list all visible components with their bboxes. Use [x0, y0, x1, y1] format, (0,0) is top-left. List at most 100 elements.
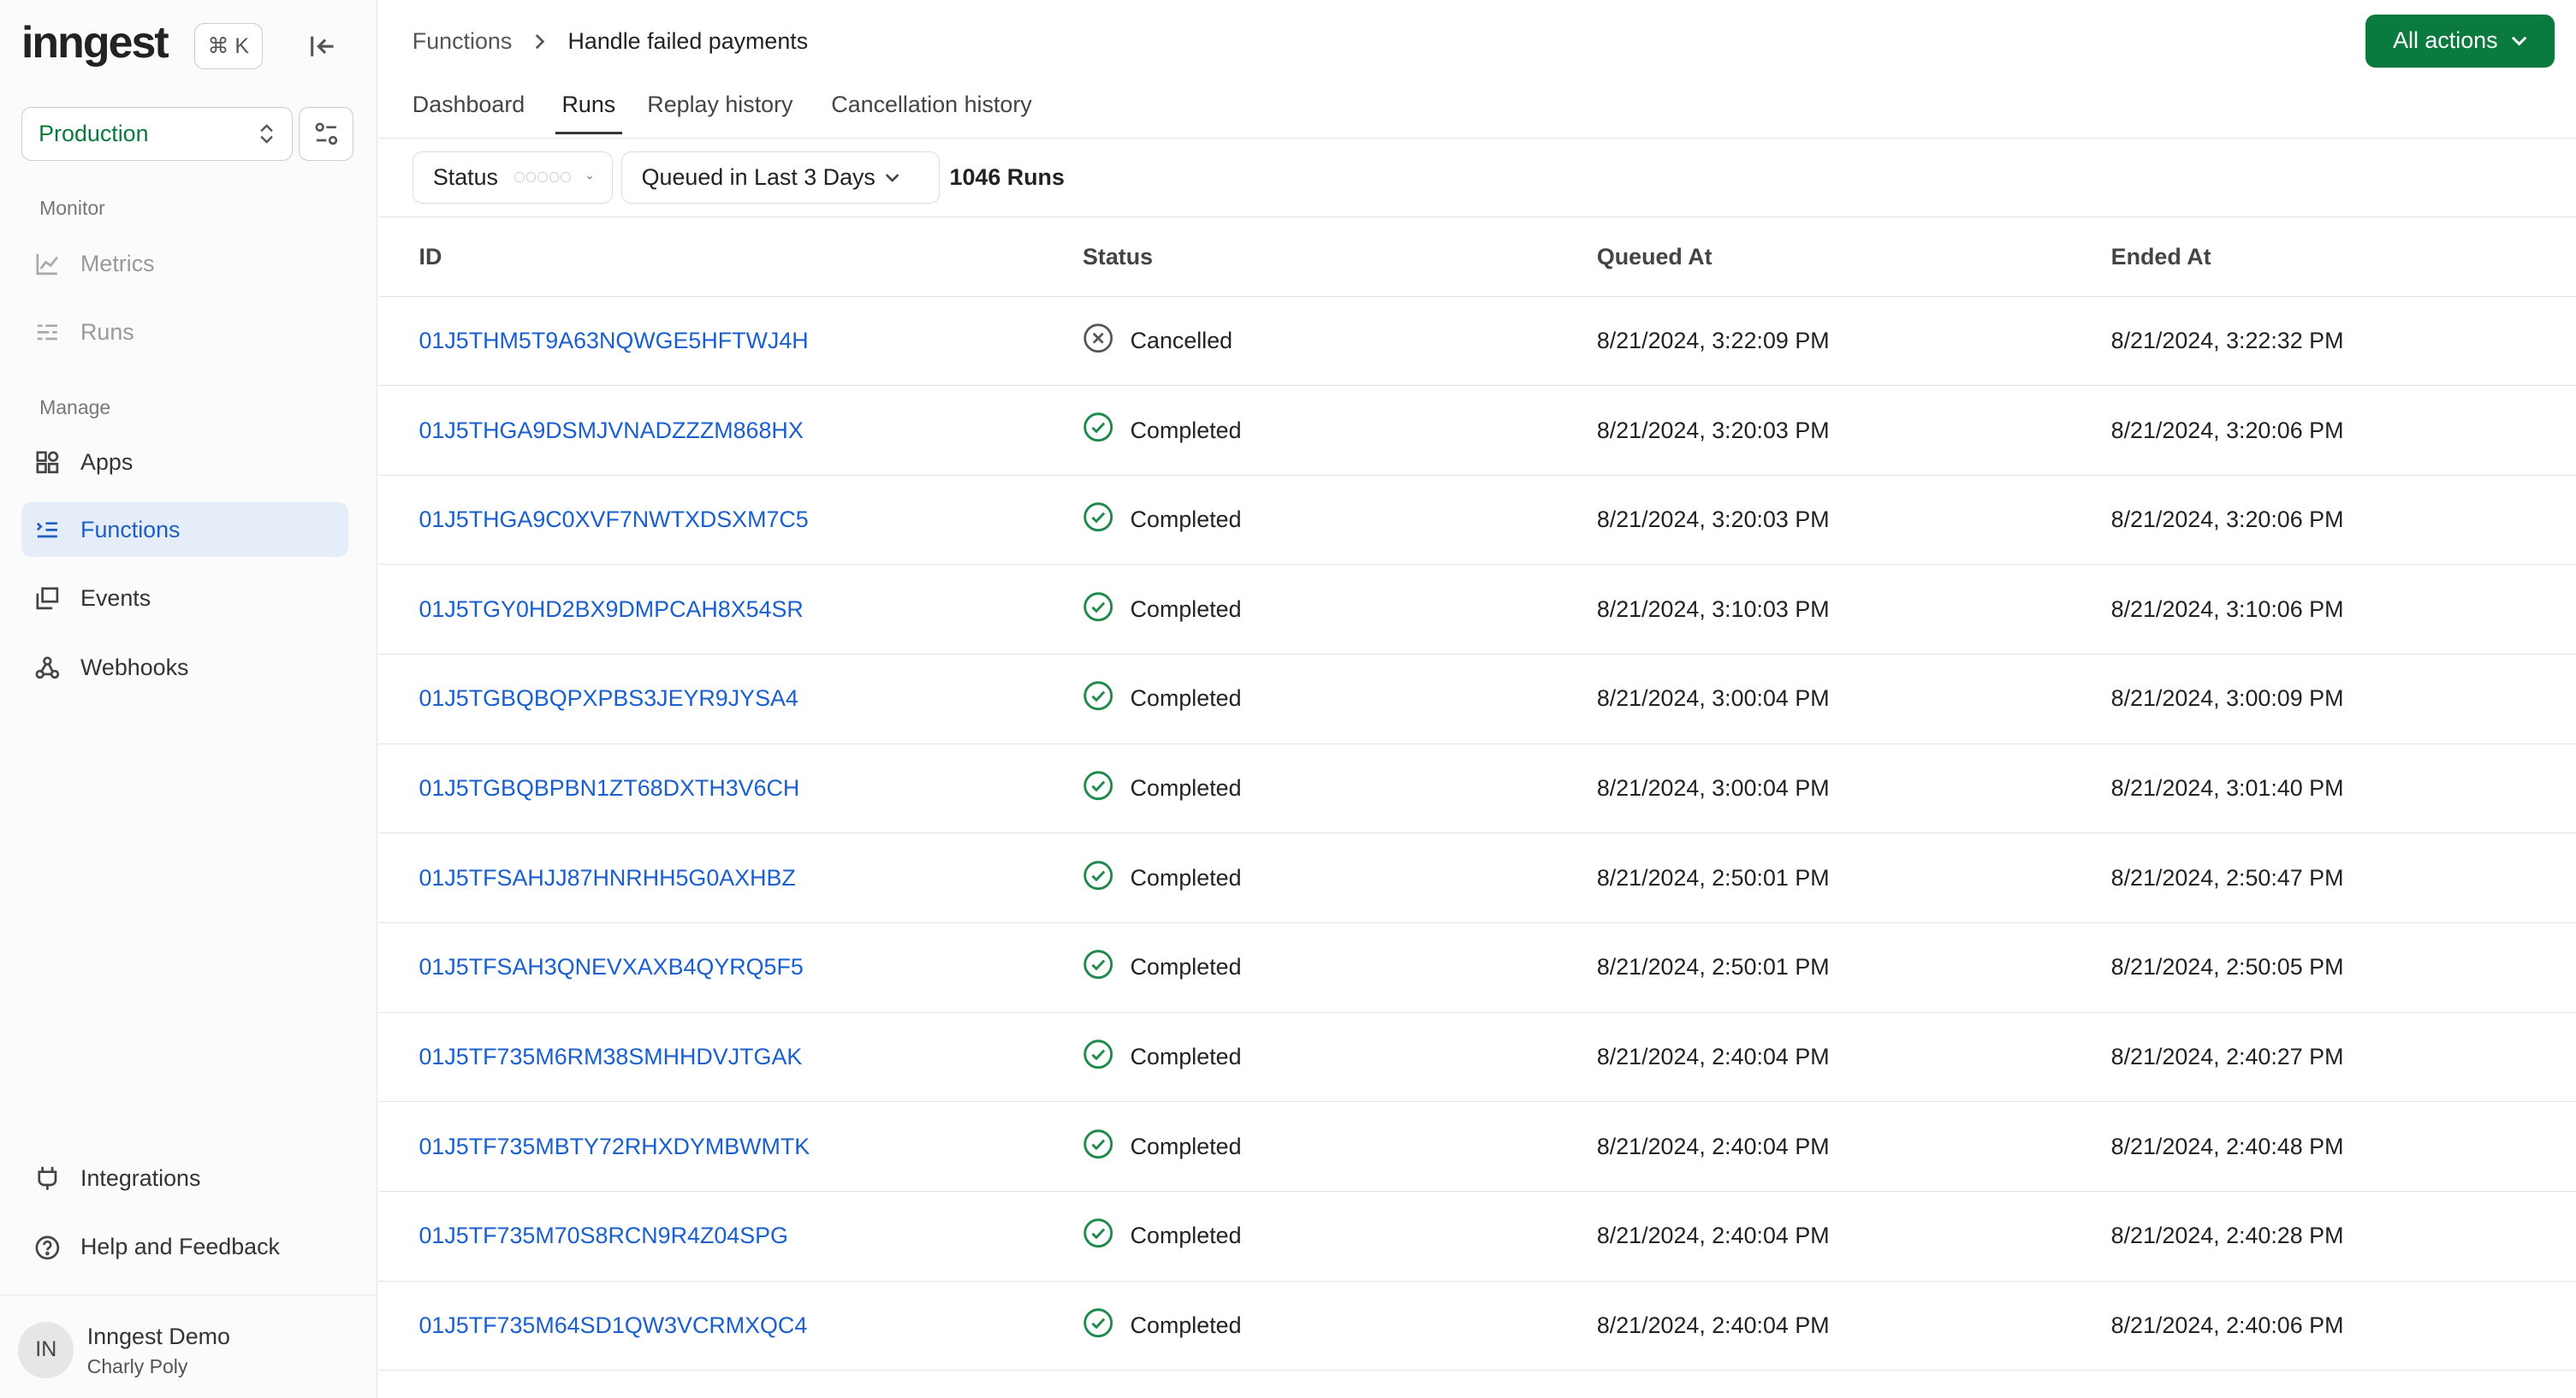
- ended-at-cell: 8/21/2024, 2:50:47 PM: [2110, 832, 2576, 924]
- breadcrumb-current: Handle failed payments: [567, 27, 809, 54]
- table-row[interactable]: 01J5THGA9DSMJVNADZZZM868HX Completed 8/21/…: [377, 385, 2576, 476]
- table-row[interactable]: 01J5TF735MBTY72RHXDYMBWMTK Completed 8/21/…: [377, 1101, 2576, 1193]
- ended-at-cell: 8/21/2024, 3:10:06 PM: [2110, 564, 2576, 655]
- run-id-link[interactable]: 01J5THM5T9A63NQWGE5HFTWJ4H: [418, 328, 808, 353]
- chevron-down-icon: [2511, 37, 2527, 46]
- status-label: Completed: [1130, 1044, 1242, 1070]
- sidebar-item-functions[interactable]: Functions: [21, 502, 348, 557]
- table-row[interactable]: 01J5TFSAH3QNEVXAXB4QYRQ5F5 Completed 8/21/…: [377, 922, 2576, 1013]
- sidebar-item-events[interactable]: Events: [21, 572, 348, 625]
- table-header: ID Status Queued At Ended At: [377, 218, 2576, 297]
- status-cell: Completed: [1083, 475, 1597, 566]
- chevron-down-icon: [886, 173, 899, 182]
- table-row[interactable]: 01J5THM5T9A63NQWGE5HFTWJ4H Cancelled 8/21/…: [377, 296, 2576, 387]
- run-id-link[interactable]: 01J5TGBQBQPXPBS3JEYR9JYSA4: [418, 685, 798, 711]
- time-range-filter[interactable]: Queued in Last 3 Days: [620, 151, 940, 204]
- tab-replay-history[interactable]: Replay history: [641, 92, 800, 131]
- collapse-sidebar-icon[interactable]: [306, 30, 338, 62]
- inngest-logo[interactable]: inngest: [21, 16, 169, 68]
- sidebar-item-help[interactable]: Help and Feedback: [21, 1220, 348, 1274]
- environment-settings-button[interactable]: [299, 106, 353, 162]
- run-id-link[interactable]: 01J5THGA9DSMJVNADZZZM868HX: [418, 418, 803, 443]
- ended-at-cell: 8/21/2024, 3:20:06 PM: [2110, 385, 2576, 476]
- queued-at-cell: 8/21/2024, 2:40:04 PM: [1596, 1191, 2111, 1282]
- functions-icon: [37, 522, 58, 538]
- table-row[interactable]: 01J5THGA9C0XVF7NWTXDSXM7C5 Completed 8/21/…: [377, 475, 2576, 566]
- run-id-cell: 01J5TF735M6RM38SMHHDVJTGAK: [377, 1012, 1083, 1103]
- status-label: Completed: [1130, 417, 1242, 443]
- table-row[interactable]: 01J5TGY0HD2BX9DMPCAH8X54SR Completed 8/21/…: [377, 564, 2576, 655]
- check-circle-icon: [1083, 1039, 1113, 1075]
- run-id-link[interactable]: 01J5TFSAHJJ87HNRHH5G0AXHBZ: [418, 865, 795, 891]
- help-icon: [35, 1235, 60, 1259]
- table-row[interactable]: 01J5TGBQBPBN1ZT68DXTH3V6CH Completed 8/21/…: [377, 743, 2576, 834]
- check-circle-icon: [1083, 501, 1113, 538]
- run-id-link[interactable]: 01J5TF735M70S8RCN9R4Z04SPG: [418, 1223, 787, 1248]
- cancelled-icon: [1083, 323, 1113, 359]
- table-row[interactable]: 01J5TF735M6RM38SMHHDVJTGAK Completed 8/21/…: [377, 1012, 2576, 1103]
- status-cell: Completed: [1083, 1012, 1597, 1103]
- run-id-link[interactable]: 01J5THGA9C0XVF7NWTXDSXM7C5: [418, 506, 808, 532]
- table-row[interactable]: 01J5TGBQBQPXPBS3JEYR9JYSA4 Completed 8/21/…: [377, 654, 2576, 744]
- queued-at-cell: 8/21/2024, 2:40:04 PM: [1596, 1012, 2111, 1103]
- command-palette-button[interactable]: ⌘ K: [193, 22, 264, 69]
- status-cell: Completed: [1083, 1281, 1597, 1371]
- sidebar-item-runs[interactable]: Runs: [21, 305, 348, 359]
- sidebar-item-metrics[interactable]: Metrics: [21, 236, 348, 290]
- environment-select[interactable]: Production: [21, 106, 293, 162]
- environment-label: Production: [39, 120, 149, 146]
- ended-at-cell: 8/21/2024, 2:40:48 PM: [2110, 1101, 2576, 1193]
- status-cell: Completed: [1083, 743, 1597, 834]
- status-label: Cancelled: [1130, 327, 1233, 353]
- status-cell: Cancelled: [1083, 296, 1597, 387]
- check-circle-icon: [1083, 949, 1113, 986]
- status-filter[interactable]: Status: [412, 151, 613, 204]
- list-icon: [38, 324, 58, 341]
- queued-at-cell: 8/21/2024, 3:20:03 PM: [1596, 385, 2111, 476]
- runs-count: 1046 Runs: [949, 163, 1065, 190]
- run-id-link[interactable]: 01J5TGBQBPBN1ZT68DXTH3V6CH: [418, 775, 799, 801]
- column-status[interactable]: Status: [1083, 218, 1597, 297]
- run-id-link[interactable]: 01J5TF735M64SD1QW3VCRMXQC4: [418, 1312, 807, 1338]
- ended-at-cell: 8/21/2024, 2:40:06 PM: [2110, 1281, 2576, 1371]
- tab-cancellation-history[interactable]: Cancellation history: [825, 92, 1039, 131]
- status-cell: Completed: [1083, 1101, 1597, 1193]
- apps-icon: [36, 451, 59, 474]
- main-content: Functions Handle failed payments All act…: [377, 0, 2576, 1398]
- run-id-cell: 01J5THGA9DSMJVNADZZZM868HX: [377, 385, 1083, 476]
- plug-icon: [38, 1166, 57, 1190]
- run-id-link[interactable]: 01J5TF735MBTY72RHXDYMBWMTK: [418, 1134, 810, 1159]
- tab-runs[interactable]: Runs: [555, 92, 622, 134]
- avatar[interactable]: IN: [18, 1322, 74, 1378]
- table-row[interactable]: 01J5TFSAHJJ87HNRHH5G0AXHBZ Completed 8/21/…: [377, 832, 2576, 924]
- events-icon: [36, 587, 59, 610]
- ended-at-cell: 8/21/2024, 3:00:09 PM: [2110, 654, 2576, 744]
- check-circle-icon: [1083, 1307, 1113, 1344]
- breadcrumb-functions[interactable]: Functions: [413, 28, 512, 55]
- column-id[interactable]: ID: [377, 218, 1083, 297]
- all-actions-button[interactable]: All actions: [2365, 15, 2555, 68]
- tabs: Dashboard Runs Replay history Cancellati…: [377, 86, 2576, 139]
- check-circle-icon: [1083, 591, 1113, 628]
- org-name[interactable]: Inngest Demo: [87, 1324, 230, 1350]
- status-label: Completed: [1130, 685, 1242, 712]
- column-ended-at[interactable]: Ended At: [2110, 218, 2576, 297]
- status-label: Completed: [1130, 775, 1242, 802]
- run-id-cell: 01J5TF735MBTY72RHXDYMBWMTK: [377, 1101, 1083, 1193]
- check-circle-icon: [1083, 1128, 1113, 1165]
- run-id-link[interactable]: 01J5TGY0HD2BX9DMPCAH8X54SR: [418, 596, 803, 622]
- status-label: Completed: [1130, 1312, 1242, 1339]
- column-queued-at[interactable]: Queued At: [1596, 218, 2111, 297]
- table-row[interactable]: 01J5TF735M70S8RCN9R4Z04SPG Completed 8/21/…: [377, 1191, 2576, 1282]
- run-id-link[interactable]: 01J5TFSAH3QNEVXAXB4QYRQ5F5: [418, 954, 803, 980]
- sidebar-item-apps[interactable]: Apps: [21, 435, 348, 489]
- table-row[interactable]: 01J5TF735M64SD1QW3VCRMXQC4 Completed 8/21/…: [377, 1281, 2576, 1371]
- check-circle-icon: [1083, 680, 1113, 717]
- status-cell: Completed: [1083, 564, 1597, 655]
- sidebar-item-integrations[interactable]: Integrations: [21, 1152, 348, 1205]
- tab-dashboard[interactable]: Dashboard: [406, 92, 531, 131]
- status-label: Completed: [1130, 1133, 1242, 1159]
- run-id-link[interactable]: 01J5TF735M6RM38SMHHDVJTGAK: [418, 1044, 802, 1069]
- sidebar-item-webhooks[interactable]: Webhooks: [21, 641, 348, 695]
- run-id-cell: 01J5THGA9C0XVF7NWTXDSXM7C5: [377, 475, 1083, 566]
